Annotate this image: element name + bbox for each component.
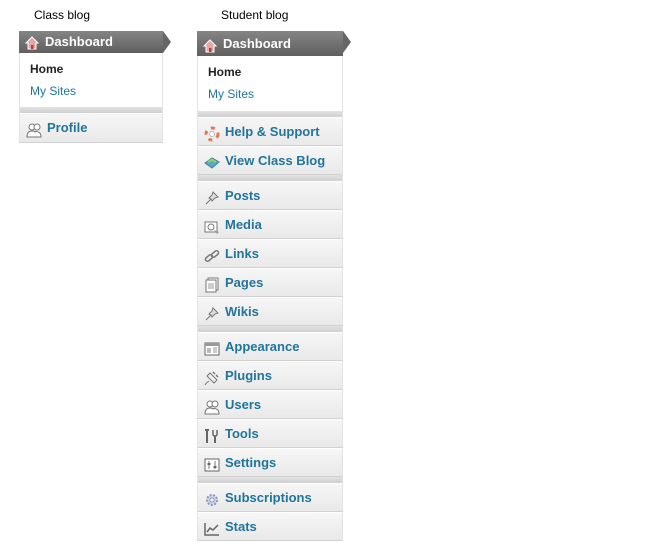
users-icon [26,120,42,138]
gear-icon [204,490,220,506]
menu-item-subscriptions[interactable]: Subscriptions [197,483,343,512]
menu-item-media[interactable]: Media [197,210,343,239]
menu-item-settings[interactable]: Settings [197,448,343,477]
menu-item-label: Appearance [225,339,300,354]
appearance-icon [204,339,220,356]
link-icon [204,246,220,263]
dashboard-submenu: Home My Sites [19,53,163,107]
menu-item-label: Wikis [225,304,259,319]
student-blog-menu: Dashboard Home My Sites Help & Support V… [197,31,351,541]
pushpin-icon [204,304,220,321]
menu-item-label: Stats [225,519,257,534]
menu-item-pages[interactable]: Pages [197,268,343,297]
student-blog-caption: Student blog [221,8,289,22]
plugin-icon [204,368,220,386]
dashboard-submenu: Home My Sites [197,56,343,111]
menu-item-tools[interactable]: Tools [197,419,343,448]
menu-item-label: Users [225,397,262,412]
dashboard-label: Dashboard [223,36,291,51]
menu-item-posts[interactable]: Posts [197,181,343,210]
menu-item-label: Help & Support [225,124,320,139]
menu-item-label: View Class Blog [225,153,326,168]
submenu-my-sites[interactable]: My Sites [20,84,162,98]
menu-item-plugins[interactable]: Plugins [197,361,343,390]
settings-icon [204,455,220,472]
menu-item-stats[interactable]: Stats [197,512,343,541]
home-icon [24,35,40,50]
tools-icon [204,426,220,443]
pushpin-icon [204,188,220,205]
blog-icon [204,153,220,169]
media-icon [204,217,220,234]
submenu-home[interactable]: Home [198,65,342,87]
menu-item-label: Pages [225,275,264,290]
menu-item-users[interactable]: Users [197,390,343,419]
menu-item-label: Profile [47,120,88,135]
menu-item-label: Media [225,217,262,232]
menu-item-help-support[interactable]: Help & Support [197,117,343,146]
lifebuoy-icon [204,124,220,142]
dashboard-menu-header[interactable]: Dashboard [19,31,171,53]
dashboard-menu-header[interactable]: Dashboard [197,31,351,56]
stats-icon [204,519,220,536]
menu-item-profile[interactable]: Profile [19,113,163,143]
menu-item-links[interactable]: Links [197,239,343,268]
submenu-home[interactable]: Home [20,62,162,84]
class-blog-menu: Dashboard Home My Sites Profile [19,31,171,143]
pages-icon [204,275,220,293]
menu-item-label: Posts [225,188,261,203]
menu-item-wikis[interactable]: Wikis [197,297,343,326]
menu-item-view-class-blog[interactable]: View Class Blog [197,146,343,175]
class-blog-caption: Class blog [34,8,91,22]
submenu-my-sites[interactable]: My Sites [198,87,342,101]
home-icon [202,36,218,53]
dashboard-label: Dashboard [45,34,113,49]
menu-item-label: Subscriptions [225,490,312,505]
menu-item-label: Settings [225,455,277,470]
menu-item-label: Links [225,246,259,261]
menu-item-label: Plugins [225,368,272,383]
menu-item-appearance[interactable]: Appearance [197,332,343,361]
menu-item-label: Tools [225,426,259,441]
users-icon [204,397,220,415]
